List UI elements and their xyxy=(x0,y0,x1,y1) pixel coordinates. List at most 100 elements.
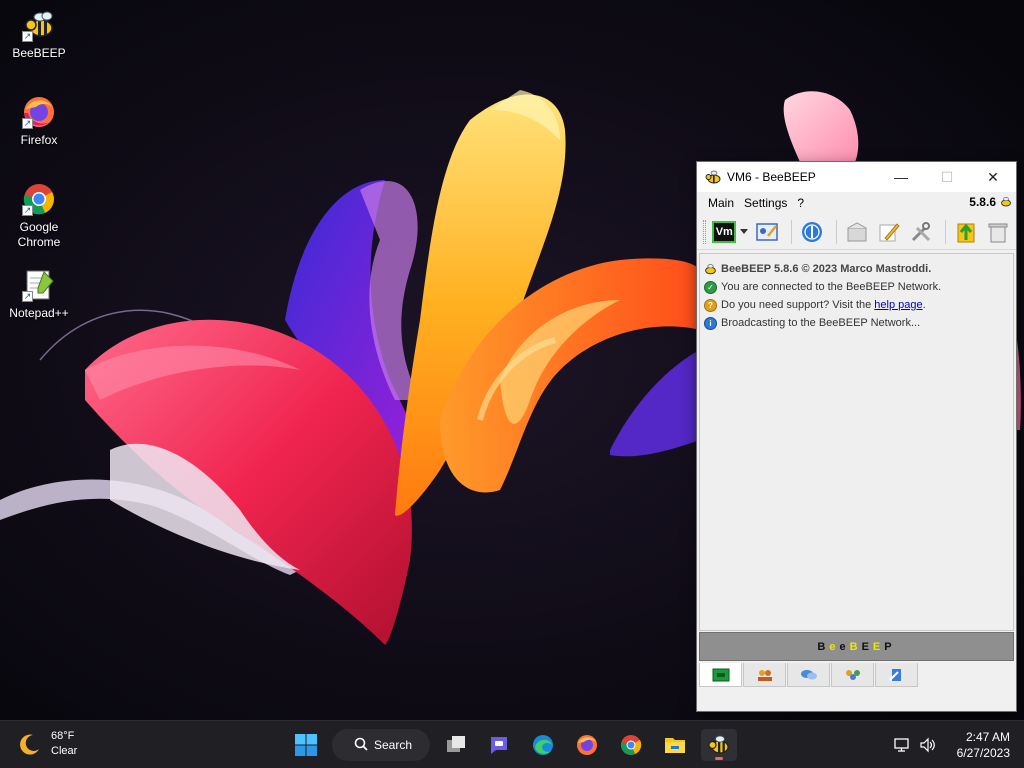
brand-letter: P xyxy=(884,640,896,653)
toolbar-separator xyxy=(791,219,793,244)
bottom-tabs xyxy=(699,663,1014,687)
folder-icon xyxy=(665,738,685,753)
bee-icon: ↗ xyxy=(22,8,56,42)
status-dropdown-button[interactable]: Vm xyxy=(712,218,749,246)
tools-button[interactable] xyxy=(907,218,934,246)
users-icon xyxy=(757,669,772,681)
firefox-icon: ↗ xyxy=(22,95,56,129)
chat-log[interactable]: BeeBEEP 5.8.6 © 2023 Marco Mastroddi. ✓ … xyxy=(699,253,1014,631)
maximize-button[interactable]: ☐ xyxy=(924,162,970,192)
desktop-icon-label: Firefox xyxy=(20,133,58,147)
chat-line: ? Do you need support? Visit the help pa… xyxy=(704,296,1009,314)
tab-files[interactable] xyxy=(875,663,918,687)
bee-icon xyxy=(1000,196,1012,208)
chrome-icon: ↗ xyxy=(22,182,56,216)
menu-help[interactable]: ? xyxy=(792,196,809,210)
desktop-icon-notepadpp[interactable]: ↗ Notepad++ xyxy=(4,268,74,321)
trash-icon xyxy=(988,223,1008,242)
menubar: Main Settings ? 5.8.6 xyxy=(697,192,1016,214)
beebeep-taskbar-button[interactable] xyxy=(701,729,737,761)
beebeep-brand-bar: BeeBEEP xyxy=(699,632,1014,661)
chrome-icon xyxy=(620,735,642,755)
edge-icon xyxy=(533,735,553,755)
support-icon: ? xyxy=(704,298,717,312)
home-screen-icon xyxy=(712,668,729,681)
network-icon: i xyxy=(704,316,717,330)
volume-icon[interactable] xyxy=(917,735,939,755)
task-view-button[interactable] xyxy=(438,729,474,761)
menu-settings[interactable]: Settings xyxy=(739,196,792,210)
brand-letter: E xyxy=(861,640,873,653)
tab-users[interactable] xyxy=(743,663,786,687)
beebeep-window[interactable]: VM6 - BeeBEEP — ☐ ✕ Main Settings ? 5.8.… xyxy=(696,161,1017,712)
weather-condition: Clear xyxy=(51,745,78,757)
send-message-button[interactable] xyxy=(843,218,870,246)
taskbar-search[interactable]: Search xyxy=(332,729,430,761)
clock-date: 6/27/2023 xyxy=(956,746,1010,760)
network-icon[interactable] xyxy=(891,735,913,755)
user-status-icon: Vm xyxy=(712,220,737,243)
brand-letter: E xyxy=(872,640,885,653)
update-button[interactable] xyxy=(952,218,979,246)
weather-widget[interactable]: 68°F Clear xyxy=(18,729,77,759)
notepadpp-icon: ↗ xyxy=(22,268,56,302)
network-button[interactable] xyxy=(798,218,825,246)
search-icon xyxy=(354,737,368,754)
desktop-icon-beebeep[interactable]: ↗ BeeBEEP xyxy=(4,8,74,61)
group-icon xyxy=(845,669,860,680)
window-titlebar[interactable]: VM6 - BeeBEEP — ☐ ✕ xyxy=(697,162,1016,192)
taskbar: 68°F Clear Search 2:47 AM 6/27/2023 xyxy=(0,720,1024,768)
tab-home[interactable] xyxy=(699,663,742,687)
update-icon xyxy=(957,223,975,242)
desktop-icon-label: BeeBEEP xyxy=(12,46,66,60)
brand-letter: B xyxy=(849,640,862,653)
desktop-icon-label: Notepad++ xyxy=(9,306,69,320)
connected-icon: ✓ xyxy=(704,280,717,294)
bee-icon xyxy=(704,263,717,276)
desktop-icon-google-chrome[interactable]: ↗ Google Chrome xyxy=(4,182,74,250)
edit-button[interactable] xyxy=(875,218,902,246)
toolbar-grip[interactable] xyxy=(703,219,706,244)
taskbar-clock[interactable]: 2:47 AM 6/27/2023 xyxy=(943,729,1024,761)
start-button[interactable] xyxy=(288,729,324,761)
edge-button[interactable] xyxy=(525,729,561,761)
file-explorer-button[interactable] xyxy=(657,729,693,761)
edit-profile-button[interactable] xyxy=(754,218,781,246)
clear-button[interactable] xyxy=(984,218,1011,246)
chat-line-text: Do you need support? Visit the xyxy=(721,299,872,311)
tab-chats[interactable] xyxy=(787,663,830,687)
clock-time: 2:47 AM xyxy=(965,730,1010,744)
task-view-icon xyxy=(447,736,465,752)
chrome-button[interactable] xyxy=(613,729,649,761)
main-toolbar: Vm xyxy=(697,214,1016,250)
chevron-down-icon xyxy=(740,229,749,234)
tab-groups[interactable] xyxy=(831,663,874,687)
chat-line-text: BeeBEEP 5.8.6 © 2023 Marco Mastroddi. xyxy=(721,263,932,275)
chat-icon xyxy=(491,737,507,754)
network-icon xyxy=(801,221,822,242)
teams-chat-button[interactable] xyxy=(481,729,517,761)
mail-icon xyxy=(847,221,867,241)
close-button[interactable]: ✕ xyxy=(970,162,1016,192)
weather-temp: 68°F xyxy=(51,730,75,742)
chat-bubbles-icon xyxy=(800,669,817,679)
firefox-icon xyxy=(577,735,597,755)
brand-letter: e xyxy=(829,640,840,653)
version-label: 5.8.6 xyxy=(969,195,996,209)
help-page-link[interactable]: help page xyxy=(874,299,922,311)
desktop-icon-label: Google Chrome xyxy=(17,220,61,249)
chat-line: ✓ You are connected to the BeeBEEP Netwo… xyxy=(704,278,1009,296)
chat-line: BeeBEEP 5.8.6 © 2023 Marco Mastroddi. xyxy=(704,260,1009,278)
toolbar-separator xyxy=(836,219,838,244)
firefox-button[interactable] xyxy=(569,729,605,761)
minimize-button[interactable]: — xyxy=(878,162,924,192)
search-label: Search xyxy=(374,738,413,752)
moon-icon xyxy=(18,732,42,756)
desktop-icon-firefox[interactable]: ↗ Firefox xyxy=(4,95,74,148)
window-title: VM6 - BeeBEEP xyxy=(727,170,816,184)
menu-main[interactable]: Main xyxy=(703,196,739,210)
chat-line-text: You are connected to the BeeBEEP Network… xyxy=(721,281,942,293)
file-share-icon xyxy=(888,668,901,681)
brand-letter: B xyxy=(817,640,830,653)
toolbar-separator xyxy=(945,219,947,244)
